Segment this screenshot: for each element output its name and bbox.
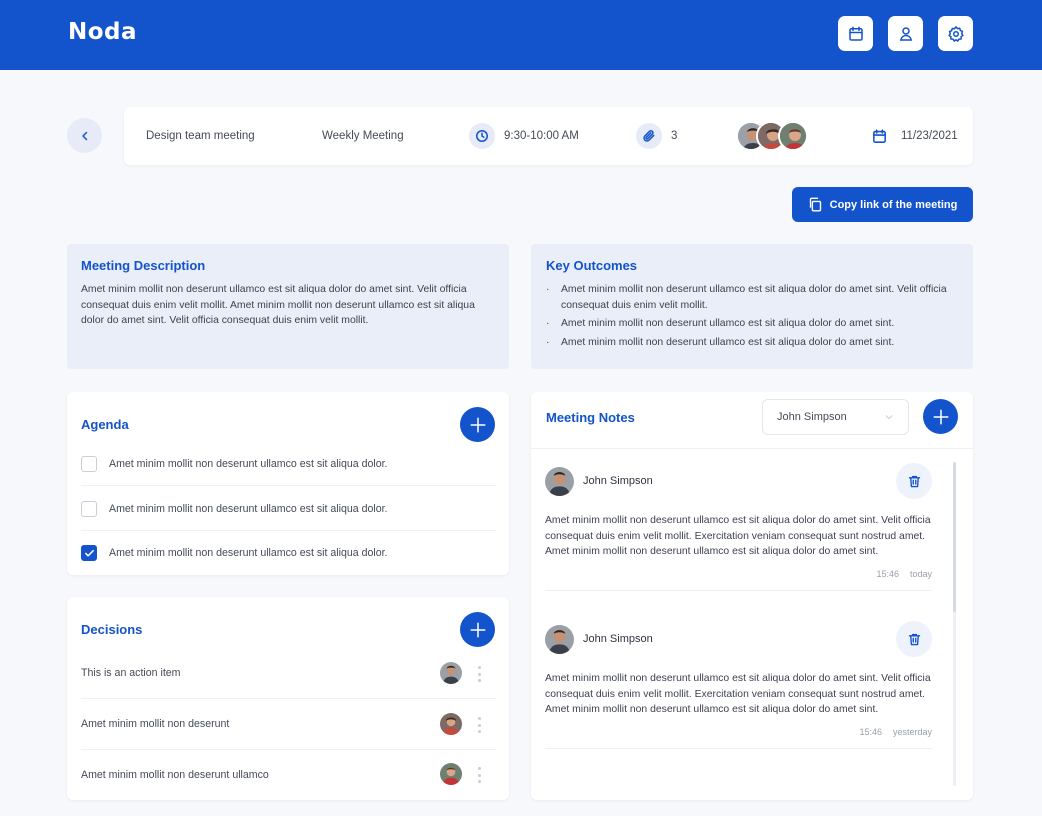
divider <box>545 747 932 749</box>
agenda-card: Agenda Amet minim mollit non deserunt ul… <box>67 392 509 575</box>
meeting-description-text: Amet minim mollit non deserunt ullamco e… <box>81 284 475 326</box>
plus-icon <box>470 417 485 432</box>
note-header: John Simpson <box>545 621 932 657</box>
copy-icon <box>809 197 821 212</box>
decision-label: Amet minim mollit non deserunt <box>81 718 230 730</box>
decisions-card: Decisions This is an action item Amet mi… <box>67 597 509 800</box>
agenda-item-label: Amet minim mollit non deserunt ullamco e… <box>109 457 388 470</box>
delete-note-button[interactable] <box>896 621 932 657</box>
meeting-date: 11/23/2021 <box>871 107 958 165</box>
copy-link-label: Copy link of the meeting <box>829 198 958 211</box>
avatar <box>545 466 574 496</box>
gear-icon <box>947 25 964 42</box>
note-timestamp: 15:46 yesterday <box>545 727 932 737</box>
meeting-info-bar: Design team meeting Weekly Meeting 9:30-… <box>124 107 973 165</box>
note-day: yesterday <box>892 726 932 737</box>
note-timestamp: 15:46 today <box>545 569 932 579</box>
trash-icon <box>908 475 920 487</box>
note-text: Amet minim mollit non deserunt ullamco e… <box>545 515 931 557</box>
author-filter-value: John Simpson <box>777 411 847 423</box>
delete-note-button[interactable] <box>896 463 932 499</box>
key-outcomes-list: · Amet minim mollit non deserunt ullamco … <box>546 282 961 350</box>
paperclip-icon <box>636 123 662 149</box>
agenda-title: Agenda <box>81 417 129 432</box>
agenda-item[interactable]: Amet minim mollit non deserunt ullamco e… <box>81 487 496 531</box>
settings-button[interactable] <box>938 16 973 51</box>
plus-icon <box>933 409 948 424</box>
add-agenda-item-button[interactable] <box>460 407 495 442</box>
key-outcomes-panel: Key Outcomes · Amet minim mollit non dese… <box>531 244 973 369</box>
agenda-item[interactable]: Amet minim mollit non deserunt ullamco e… <box>81 531 496 575</box>
meeting-notes-title: Meeting Notes <box>546 410 635 425</box>
decision-item[interactable]: This is an action item <box>81 648 496 699</box>
list-item: · Amet minim mollit non deserunt ullamco … <box>546 336 895 348</box>
agenda-checkbox[interactable] <box>81 500 97 517</box>
agenda-item[interactable]: Amet minim mollit non deserunt ullamco e… <box>81 442 496 486</box>
key-outcomes-title: Key Outcomes <box>546 258 638 273</box>
decisions-title: Decisions <box>81 622 143 637</box>
list-item: · Amet minim mollit non deserunt ullamco … <box>546 318 895 329</box>
note-time: 15:46 <box>859 726 882 737</box>
calendar-button[interactable] <box>838 16 873 51</box>
more-options-icon[interactable] <box>478 767 482 783</box>
note-day: today <box>909 568 932 579</box>
add-decision-button[interactable] <box>460 612 495 647</box>
meeting-description-panel: Meeting Description Amet minim mollit no… <box>67 244 509 369</box>
trash-icon <box>908 633 920 645</box>
avatar <box>440 662 462 684</box>
agenda-checkbox-checked[interactable] <box>81 545 97 561</box>
app-logo[interactable]: Noda <box>68 19 137 45</box>
note-time: 15:46 <box>876 568 899 579</box>
divider <box>545 589 932 591</box>
participants[interactable] <box>736 121 816 151</box>
note-author: John Simpson <box>583 633 653 645</box>
attachments-count: 3 <box>671 130 678 142</box>
more-options-icon[interactable] <box>478 717 482 733</box>
plus-icon <box>470 622 485 637</box>
meeting-notes-card: Meeting Notes John Simpson John Simpson … <box>531 392 973 800</box>
agenda-item-label: Amet minim mollit non deserunt ullamco e… <box>109 502 388 515</box>
divider <box>531 448 973 449</box>
meeting-title: Design team meeting <box>146 130 255 142</box>
profile-button[interactable] <box>888 16 923 51</box>
clock-icon <box>469 123 495 149</box>
note-header: John Simpson <box>545 463 932 499</box>
avatar <box>440 763 462 785</box>
scrollbar-thumb[interactable] <box>953 462 956 612</box>
avatar <box>440 713 462 735</box>
meeting-time-label: 9:30-10:00 AM <box>504 130 579 142</box>
user-icon <box>899 26 912 41</box>
calendar-icon <box>848 26 863 41</box>
top-bar: Noda <box>0 0 1042 70</box>
notes-scrollbar[interactable] <box>953 462 956 786</box>
add-note-button[interactable] <box>923 399 958 434</box>
note-item: John Simpson Amet minim mollit non deser… <box>545 621 932 749</box>
chevron-left-icon <box>81 131 87 140</box>
decision-label: This is an action item <box>81 667 181 679</box>
meeting-type: Weekly Meeting <box>322 130 404 142</box>
chevron-down-icon <box>885 415 893 420</box>
agenda-checkbox[interactable] <box>81 455 97 472</box>
meeting-time: 9:30-10:00 AM <box>469 107 579 165</box>
decision-label: Amet minim mollit non deserunt ullamco <box>81 768 269 781</box>
note-item: John Simpson Amet minim mollit non deser… <box>545 463 932 591</box>
check-icon <box>84 549 94 557</box>
avatar <box>545 624 574 654</box>
meeting-date-label: 11/23/2021 <box>901 130 958 142</box>
meeting-description-title: Meeting Description <box>81 258 206 273</box>
note-text: Amet minim mollit non deserunt ullamco e… <box>545 673 931 715</box>
agenda-item-label: Amet minim mollit non deserunt ullamco e… <box>109 547 388 559</box>
attachments[interactable]: 3 <box>636 107 677 165</box>
more-options-icon[interactable] <box>478 666 482 682</box>
decision-item[interactable]: Amet minim mollit non deserunt ullamco <box>81 749 496 800</box>
note-author: John Simpson <box>583 475 653 487</box>
list-item: · Amet minim mollit non deserunt ullamco … <box>546 284 947 311</box>
back-button[interactable] <box>67 118 102 153</box>
copy-link-button[interactable]: Copy link of the meeting <box>792 187 973 222</box>
calendar-icon <box>873 128 886 143</box>
author-filter-select[interactable]: John Simpson <box>762 399 909 435</box>
avatar <box>778 121 808 151</box>
decision-item[interactable]: Amet minim mollit non deserunt <box>81 699 496 750</box>
